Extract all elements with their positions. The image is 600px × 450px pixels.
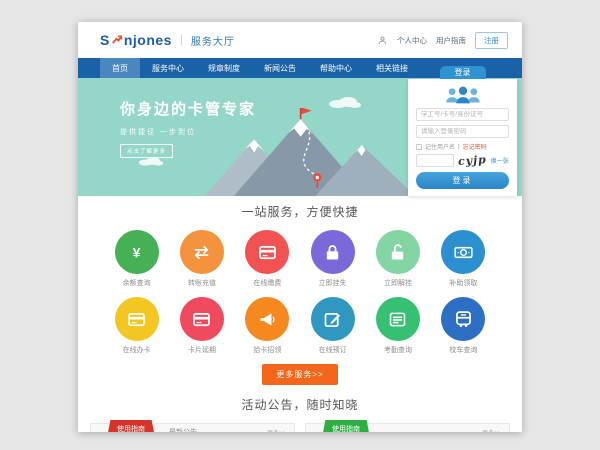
remember-checkbox[interactable] xyxy=(416,144,422,150)
more-link-left[interactable]: 更多>> xyxy=(267,428,286,433)
hero-subtitle: 提供捷径 一步到位 xyxy=(120,127,256,137)
logo-text-njones: njones xyxy=(124,32,172,48)
bus-icon xyxy=(441,297,485,341)
hero-text: 你身边的卡管专家 提供捷径 一步到位 点击了解更多 xyxy=(120,98,256,158)
service-label: 转账充值 xyxy=(188,278,216,288)
service-item-10[interactable]: 考勤查询 xyxy=(365,297,430,355)
service-item-9[interactable]: 在线预订 xyxy=(300,297,365,355)
person-icon xyxy=(377,35,388,46)
services-section: 一站服务，方便快捷 ¥ 余额查询 转账充值 在线缴费 立即挂失 立即解挂 补助领取在线办卡 卡… xyxy=(78,196,522,385)
guide-tab-red[interactable]: 使用指南 xyxy=(107,420,155,432)
captcha-row: cyjp 换一张 xyxy=(416,154,509,167)
more-link-right[interactable]: 更多>> xyxy=(482,428,501,433)
login-tab[interactable]: 登录 xyxy=(440,66,486,79)
service-label: 校车查询 xyxy=(449,345,477,355)
logo-product-name: 服务大厅 xyxy=(191,33,235,48)
service-label: 立即挂失 xyxy=(319,278,347,288)
lock-icon xyxy=(311,230,355,274)
service-item-11[interactable]: 校车查询 xyxy=(431,297,496,355)
service-item-2[interactable]: 在线缴费 xyxy=(235,230,300,288)
services-title: 一站服务，方便快捷 xyxy=(78,203,522,220)
services-grid: ¥ 余额查询 转账充值 在线缴费 立即挂失 立即解挂 补助领取在线办卡 卡片延期 拾卡招领 在线预… xyxy=(78,220,522,355)
service-label: 考勤查询 xyxy=(384,345,412,355)
nav-item-1[interactable]: 服务中心 xyxy=(140,58,196,78)
service-item-0[interactable]: ¥ 余额查询 xyxy=(104,230,169,288)
guide-tab-green[interactable]: 使用指南 xyxy=(322,420,370,432)
page: S njones | 服务大厅 个人中心 用户指南 注册 首页服务中心规章制度新… xyxy=(78,22,522,432)
service-label: 卡片延期 xyxy=(188,345,216,355)
announcement-bars: 使用指南 最新公告 更多>> 使用指南 更多>> xyxy=(78,423,522,432)
captcha-input[interactable] xyxy=(416,154,454,167)
captcha-image: cyjp xyxy=(458,153,488,168)
card-icon xyxy=(180,297,224,341)
svg-text:¥: ¥ xyxy=(133,244,141,260)
login-button[interactable]: 登录 xyxy=(416,172,509,189)
remember-label: 记住用户名 xyxy=(425,142,455,151)
edit-icon xyxy=(311,297,355,341)
captcha-refresh-link[interactable]: 换一张 xyxy=(491,156,509,165)
login-panel: 登录 记住用户名 | 忘记密码 cyjp 换一张 登录 xyxy=(408,79,517,196)
hero-title: 你身边的卡管专家 xyxy=(120,98,256,119)
top-header: S njones | 服务大厅 个人中心 用户指南 注册 xyxy=(78,22,522,58)
announcements-title: 活动公告，随时知晓 xyxy=(78,396,522,413)
yuan-icon: ¥ xyxy=(115,230,159,274)
password-input[interactable] xyxy=(416,125,509,138)
service-item-6[interactable]: 在线办卡 xyxy=(104,297,169,355)
card-icon xyxy=(115,297,159,341)
unlock-icon xyxy=(376,230,420,274)
user-guide-link[interactable]: 用户指南 xyxy=(436,35,466,46)
login-options-row: 记住用户名 | 忘记密码 xyxy=(416,142,509,151)
service-label: 补助领取 xyxy=(449,278,477,288)
announcement-panel-right: 使用指南 更多>> xyxy=(305,423,510,432)
service-item-1[interactable]: 转账充值 xyxy=(169,230,234,288)
users-icon xyxy=(443,85,483,105)
nav-item-5[interactable]: 相关链接 xyxy=(364,58,420,78)
personal-center-link[interactable]: 个人中心 xyxy=(397,35,427,46)
service-label: 在线预订 xyxy=(319,345,347,355)
banknote-icon xyxy=(441,230,485,274)
nav-item-0[interactable]: 首页 xyxy=(100,58,140,78)
hero-cta-button[interactable]: 点击了解更多 xyxy=(120,144,173,158)
list-icon xyxy=(376,297,420,341)
service-item-8[interactable]: 拾卡招领 xyxy=(235,297,300,355)
service-item-4[interactable]: 立即解挂 xyxy=(365,230,430,288)
service-label: 余额查询 xyxy=(123,278,151,288)
service-label: 拾卡招领 xyxy=(253,345,281,355)
options-divider: | xyxy=(458,144,460,150)
service-item-5[interactable]: 补助领取 xyxy=(431,230,496,288)
megaphone-icon xyxy=(245,297,289,341)
more-services-button[interactable]: 更多服务>> xyxy=(262,364,337,385)
logo: S njones | 服务大厅 xyxy=(100,32,235,48)
nav-item-4[interactable]: 帮助中心 xyxy=(308,58,364,78)
nav-item-2[interactable]: 规章制度 xyxy=(196,58,252,78)
nav-item-3[interactable]: 新闻公告 xyxy=(252,58,308,78)
viewport: S njones | 服务大厅 个人中心 用户指南 注册 首页服务中心规章制度新… xyxy=(0,0,600,450)
logo-text-s: S xyxy=(100,32,110,48)
service-label: 在线办卡 xyxy=(123,345,151,355)
transfer-icon xyxy=(180,230,224,274)
logo-divider: | xyxy=(180,34,183,46)
logo-arrow-icon xyxy=(111,34,123,46)
register-button[interactable]: 注册 xyxy=(475,32,508,49)
announcements-section: 活动公告，随时知晓 使用指南 最新公告 更多>> 使用指南 更多>> xyxy=(78,385,522,432)
card-icon xyxy=(245,230,289,274)
announcement-panel-left: 使用指南 最新公告 更多>> xyxy=(90,423,295,432)
cloud-icon xyxy=(328,96,362,108)
forgot-password-link[interactable]: 忘记密码 xyxy=(463,142,487,151)
service-label: 立即解挂 xyxy=(384,278,412,288)
service-label: 在线缴费 xyxy=(253,278,281,288)
latest-news-tab[interactable]: 最新公告 xyxy=(169,427,197,432)
header-links: 个人中心 用户指南 注册 xyxy=(377,32,508,49)
username-input[interactable] xyxy=(416,108,509,121)
service-item-7[interactable]: 卡片延期 xyxy=(169,297,234,355)
service-item-3[interactable]: 立即挂失 xyxy=(300,230,365,288)
